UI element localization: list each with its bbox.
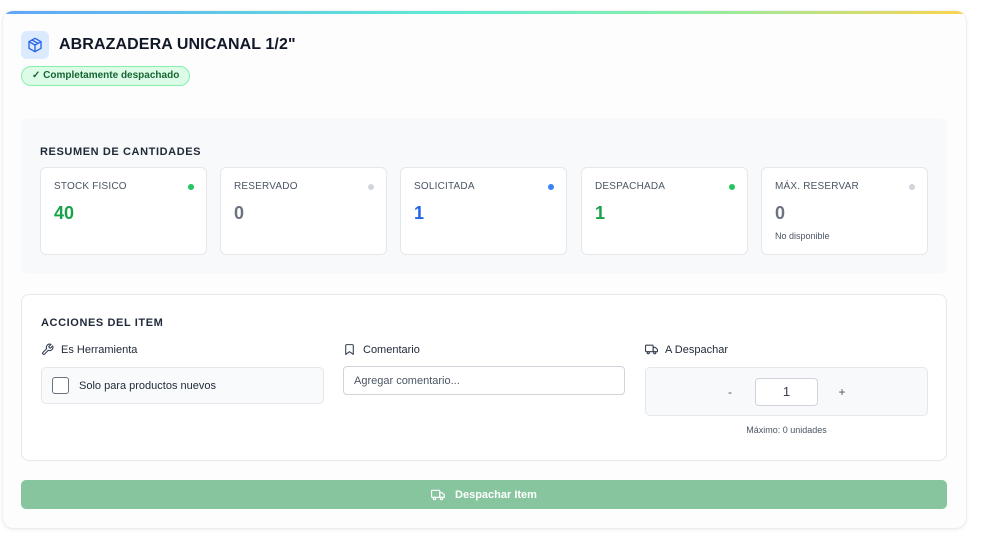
dispatch-item-button[interactable]: Despachar Item — [21, 480, 947, 509]
item-card: ABRAZADERA UNICANAL 1/2" ✓ Completamente… — [3, 11, 966, 528]
dispatch-button-label: Despachar Item — [455, 488, 537, 501]
wrench-icon — [42, 343, 54, 355]
stat-label: SOLICITADA — [414, 181, 475, 192]
item-actions: ACCIONES DEL ITEM Es Herramienta Solo pa… — [21, 294, 947, 461]
stat-card: STOCK FISICO 40 — [40, 167, 207, 255]
quantity-summary: RESUMEN DE CANTIDADES STOCK FISICO 40 RESE… — [21, 118, 947, 274]
status-badge: ✓ Completamente despachado — [21, 66, 191, 86]
comment-label: Comentario — [363, 343, 420, 356]
quantity-stepper: - 1 + — [645, 367, 928, 416]
stat-value: 1 — [414, 203, 425, 223]
stat-value: 0 — [775, 203, 786, 223]
actions-title: ACCIONES DEL ITEM — [41, 317, 164, 329]
bookmark-icon — [345, 344, 354, 355]
tool-label: Es Herramienta — [61, 343, 138, 356]
status-dot — [729, 184, 735, 190]
stat-label: MÁX. RESERVAR — [775, 181, 859, 192]
new-products-checkbox[interactable] — [52, 377, 69, 394]
status-dot — [548, 184, 554, 190]
page-title: ABRAZADERA UNICANAL 1/2" — [59, 36, 296, 53]
truck-icon — [431, 489, 446, 500]
status-dot — [188, 184, 194, 190]
stat-label: STOCK FISICO — [54, 181, 127, 192]
increment-button[interactable]: + — [832, 382, 852, 402]
dispatch-label: A Despachar — [665, 343, 728, 356]
quantity-input[interactable]: 1 — [755, 378, 818, 406]
box-icon — [21, 31, 49, 59]
stat-value: 0 — [234, 203, 245, 223]
accent-bar — [3, 11, 966, 14]
dispatch-column: A Despachar - 1 + Máximo: 0 unidades — [645, 343, 928, 435]
new-products-option[interactable]: Solo para productos nuevos — [41, 367, 324, 404]
decrement-button[interactable]: - — [720, 382, 740, 402]
stat-note: No disponible — [775, 231, 830, 241]
tool-column: Es Herramienta Solo para productos nuevo… — [41, 343, 324, 404]
stat-card: MÁX. RESERVAR 0 No disponible — [761, 167, 928, 255]
stat-card: SOLICITADA 1 — [400, 167, 567, 255]
stat-label: DESPACHADA — [595, 181, 666, 192]
truck-icon — [645, 344, 658, 355]
comment-input[interactable] — [343, 366, 625, 395]
stat-card: RESERVADO 0 — [220, 167, 387, 255]
stat-value: 40 — [54, 203, 75, 223]
stat-card: DESPACHADA 1 — [581, 167, 748, 255]
comment-column: Comentario — [343, 343, 626, 395]
max-quantity-note: Máximo: 0 unidades — [746, 425, 827, 435]
summary-title: RESUMEN DE CANTIDADES — [40, 146, 202, 158]
status-dot — [909, 184, 915, 190]
stat-label: RESERVADO — [234, 181, 298, 192]
status-dot — [368, 184, 374, 190]
new-products-label: Solo para productos nuevos — [79, 379, 216, 392]
stat-value: 1 — [595, 203, 606, 223]
